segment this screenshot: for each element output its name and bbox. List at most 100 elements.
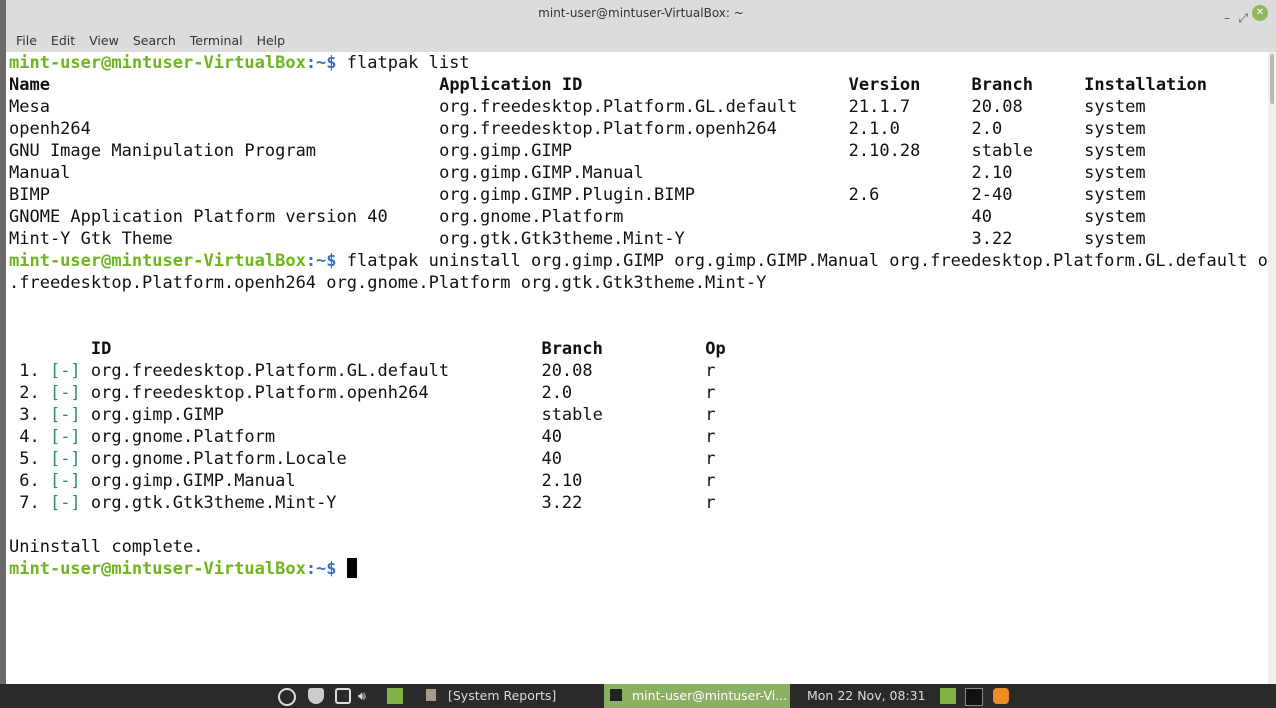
- terminal-launcher-icon[interactable]: [965, 688, 983, 706]
- menu-search[interactable]: Search: [133, 33, 176, 48]
- command: .freedesktop.Platform.openh264 org.gnome…: [9, 273, 767, 293]
- cell: system: [1084, 163, 1146, 183]
- cell: 2.10: [541, 471, 583, 491]
- files-icon[interactable]: [387, 688, 403, 704]
- cursor: [346, 558, 357, 578]
- prompt-user: mint-user@mintuser-VirtualBox: [9, 53, 306, 73]
- menu-edit[interactable]: Edit: [51, 33, 75, 48]
- row-number: 7.: [19, 493, 40, 513]
- cell: org.gnome.Platform: [90, 427, 276, 447]
- terminal-line: Manual org.gimp.GIMP.Manual 2.10 system: [9, 162, 1268, 184]
- mint-menu-icon[interactable]: [278, 688, 296, 706]
- cell: org.gtk.Gtk3theme.Mint-Y: [90, 493, 337, 513]
- cell: stable: [541, 405, 603, 425]
- remove-mark: [-]: [49, 493, 81, 513]
- maximize-button[interactable]: ⤢: [1238, 5, 1248, 31]
- terminal-line: .freedesktop.Platform.openh264 org.gnome…: [9, 272, 1268, 294]
- terminal-icon: [610, 689, 622, 701]
- clock[interactable]: Mon 22 Nov, 08:31: [807, 684, 926, 708]
- remove-mark: [-]: [49, 383, 81, 403]
- terminal-line: mint-user@mintuser-VirtualBox:~$ flatpak…: [9, 250, 1268, 272]
- taskbar-terminal[interactable]: mint-user@mintuser-Vi...: [604, 684, 790, 708]
- network-icon[interactable]: [335, 688, 351, 704]
- terminal-line: Uninstall complete.: [9, 536, 1268, 558]
- cell: Manual: [9, 163, 71, 183]
- cell: 2.1.0: [848, 119, 900, 139]
- terminal-line: 6. [-] org.gimp.GIMP.Manual 2.10 r: [9, 470, 1268, 492]
- cell: 40: [541, 449, 562, 469]
- scrollbar[interactable]: [1268, 52, 1276, 684]
- cell: system: [1084, 185, 1146, 205]
- cell: org.freedesktop.Platform.GL.default: [90, 361, 450, 381]
- menu-terminal[interactable]: Terminal: [190, 33, 243, 48]
- status-message: Uninstall complete.: [9, 537, 204, 557]
- cell: r: [705, 405, 716, 425]
- report-icon: [426, 689, 436, 701]
- terminal-line: Mint-Y Gtk Theme org.gtk.Gtk3theme.Mint-Y…: [9, 228, 1268, 250]
- cell: openh264: [9, 119, 91, 139]
- terminal-line: GNU Image Manipulation Program org.gimp.G…: [9, 140, 1268, 162]
- remove-mark: [-]: [49, 449, 81, 469]
- cell: Mesa: [9, 97, 50, 117]
- cell: BIMP: [9, 185, 50, 205]
- cell: 2.10.28: [848, 141, 921, 161]
- cell: 20.08: [971, 97, 1023, 117]
- firefox-icon[interactable]: [993, 688, 1009, 704]
- cell: org.gimp.GIMP.Plugin.BIMP: [439, 185, 695, 205]
- terminal-window: mint-user@mintuser-VirtualBox: ~ – ⤢ ✕ F…: [6, 0, 1276, 684]
- terminal-line: ID Branch Op: [9, 338, 1268, 360]
- terminal-line: 5. [-] org.gnome.Platform.Locale 40 r: [9, 448, 1268, 470]
- column-header: Branch: [541, 339, 603, 359]
- cell: 21.1.7: [848, 97, 911, 117]
- terminal-output[interactable]: mint-user@mintuser-VirtualBox:~$ flatpak…: [6, 52, 1268, 684]
- cell: org.gimp.GIMP.Manual: [439, 163, 644, 183]
- cell: system: [1084, 119, 1146, 139]
- cell: r: [705, 493, 716, 513]
- cell: 2-40: [971, 185, 1013, 205]
- row-number: 1.: [19, 361, 40, 381]
- taskbar-system-reports[interactable]: [System Reports]: [420, 684, 600, 708]
- cell: r: [705, 471, 716, 491]
- cell: 3.22: [971, 229, 1013, 249]
- terminal-line: GNOME Application Platform version 40 org…: [9, 206, 1268, 228]
- close-button[interactable]: ✕: [1252, 5, 1268, 21]
- cell: 2.6: [848, 185, 880, 205]
- shield-icon[interactable]: [308, 688, 324, 704]
- cell: org.gnome.Platform.Locale: [90, 449, 347, 469]
- cell: 2.10: [971, 163, 1013, 183]
- cell: org.gimp.GIMP: [439, 141, 573, 161]
- cell: org.gimp.GIMP.Manual: [90, 471, 296, 491]
- volume-icon[interactable]: 🔊︎: [358, 684, 374, 703]
- remove-mark: [-]: [49, 471, 81, 491]
- cell: 2.0: [971, 119, 1003, 139]
- column-header: Branch: [971, 75, 1033, 95]
- menu-help[interactable]: Help: [257, 33, 286, 48]
- cell: 40: [541, 427, 562, 447]
- minimize-button[interactable]: –: [1224, 5, 1230, 31]
- row-number: 5.: [19, 449, 40, 469]
- menu-view[interactable]: View: [89, 33, 119, 48]
- column-header: Installation: [1084, 75, 1207, 95]
- terminal-line: openh264 org.freedesktop.Platform.openh26…: [9, 118, 1268, 140]
- cell: org.freedesktop.Platform.GL.default: [439, 97, 798, 117]
- column-header: Op: [705, 339, 726, 359]
- cell: org.freedesktop.Platform.openh264: [90, 383, 429, 403]
- terminal-line: 1. [-] org.freedesktop.Platform.GL.default…: [9, 360, 1268, 382]
- row-number: 2.: [19, 383, 40, 403]
- terminal-line: BIMP org.gimp.GIMP.Plugin.BIMP 2.6 2-40 syst…: [9, 184, 1268, 206]
- title-bar: mint-user@mintuser-VirtualBox: ~ – ⤢ ✕: [6, 0, 1276, 28]
- remove-mark: [-]: [49, 405, 81, 425]
- cell: 40: [971, 207, 993, 227]
- cell: org.freedesktop.Platform.openh264: [439, 119, 777, 139]
- terminal-line: 4. [-] org.gnome.Platform 40 r: [9, 426, 1268, 448]
- menu-file[interactable]: File: [16, 33, 37, 48]
- cell: 20.08: [541, 361, 593, 381]
- cell: org.gimp.GIMP: [90, 405, 224, 425]
- column-header: ID: [90, 339, 112, 359]
- prompt-user: mint-user@mintuser-VirtualBox: [9, 251, 306, 271]
- prompt-path: :~$: [305, 53, 347, 73]
- cell: system: [1084, 229, 1146, 249]
- folder-icon[interactable]: [940, 688, 956, 704]
- cell: GNOME Application Platform version 40: [9, 207, 388, 227]
